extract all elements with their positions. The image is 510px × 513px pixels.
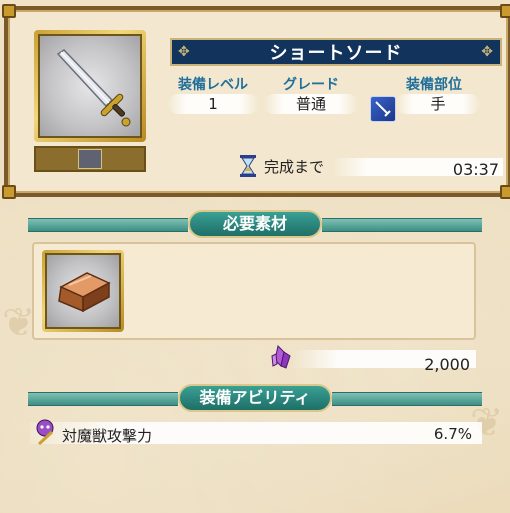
item-detail-card: ✥ ショートソード ✥ 装備レベル 1 グレード 普通 装備部位 手 完成まで … (2, 4, 510, 199)
cost-bar: 2,000 (292, 350, 476, 374)
item-icon-frame[interactable] (34, 30, 146, 142)
abilities-section-header: 装備アビリティ (28, 384, 482, 412)
grade-value: 普通 (264, 94, 358, 114)
timer-value: 03:37 (452, 160, 499, 179)
equip-level-value: 1 (168, 94, 258, 114)
short-sword-icon (56, 49, 131, 127)
crystal-cost: 2,000 (268, 344, 476, 374)
header-ornament (322, 218, 482, 232)
monster-attack-icon (36, 419, 54, 446)
socket-bar (34, 146, 146, 172)
sword-slot-icon (370, 96, 396, 122)
copper-ingot-icon (58, 272, 111, 313)
flourish-icon: ✥ (481, 44, 494, 60)
materials-panel (32, 242, 476, 340)
header-ornament (28, 392, 178, 406)
flourish-icon: ✥ (178, 44, 191, 60)
item-name-banner: ✥ ショートソード ✥ (170, 38, 502, 66)
cost-value: 2,000 (424, 355, 470, 374)
grade-label: グレード (283, 77, 339, 93)
timer-bar: 03:37 (333, 158, 503, 179)
card-corner (2, 185, 16, 199)
material-slot[interactable] (42, 250, 124, 332)
header-ornament (332, 392, 482, 406)
equip-slot-label: 装備部位 (406, 77, 462, 93)
materials-title: 必要素材 (188, 210, 322, 238)
header-ornament (28, 218, 188, 232)
equip-level-label: 装備レベル (178, 77, 248, 93)
hourglass-icon (240, 155, 256, 177)
abilities-title: 装備アビリティ (178, 384, 332, 412)
crystal-icon (271, 344, 291, 369)
ability-row: 対魔獣攻撃力 6.7% (30, 418, 482, 446)
equip-slot-value: 手 (396, 94, 480, 114)
ability-label: 対魔獣攻撃力 (62, 427, 153, 445)
craft-timer: 完成まで 03:37 (238, 154, 503, 179)
card-corner (500, 4, 510, 18)
socket-slot[interactable] (78, 149, 102, 169)
timer-label: 完成まで (264, 158, 325, 176)
background-ornament: ❦ (2, 300, 36, 346)
ability-value: 6.7% (433, 425, 472, 443)
materials-section-header: 必要素材 (28, 210, 482, 238)
item-name: ショートソード (269, 43, 403, 64)
card-corner (2, 4, 16, 18)
card-corner (500, 185, 510, 199)
